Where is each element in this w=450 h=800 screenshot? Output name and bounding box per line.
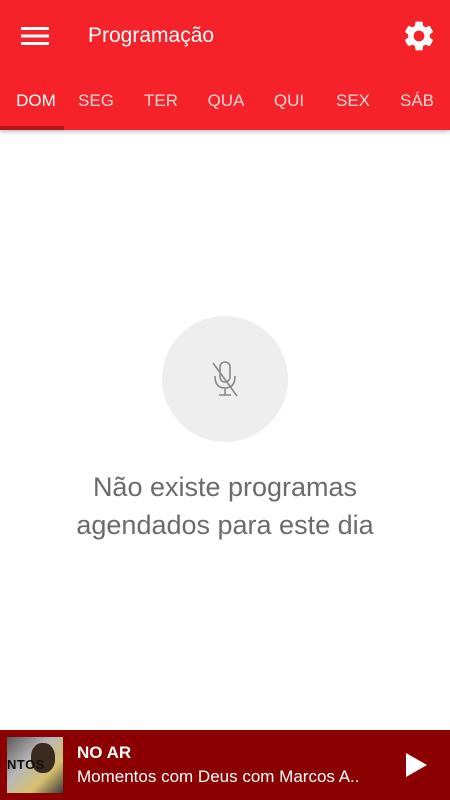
empty-state-circle bbox=[162, 316, 288, 442]
day-tabs: DOM SEG TER QUA QUI SEX SÁB bbox=[0, 72, 450, 130]
settings-button[interactable] bbox=[396, 12, 442, 60]
page-title: Programação bbox=[88, 24, 215, 47]
program-thumbnail: NTOS bbox=[7, 737, 63, 793]
gear-icon bbox=[404, 21, 434, 51]
menu-button[interactable] bbox=[10, 12, 60, 60]
tab-qui[interactable]: QUI bbox=[257, 72, 321, 130]
empty-state-message: Não existe programas agendados para este… bbox=[25, 468, 425, 544]
app-bar: Programação DOM SEG TER QUA QUI SEX SÁB bbox=[0, 0, 450, 130]
tab-seg[interactable]: SEG bbox=[64, 72, 128, 130]
active-tab-indicator bbox=[0, 126, 64, 130]
play-button[interactable] bbox=[396, 745, 436, 785]
tab-sab[interactable]: SÁB bbox=[385, 72, 449, 130]
current-program-title: Momentos com Deus com Marcos A.. bbox=[77, 767, 360, 786]
empty-state-line-1: Não existe programas bbox=[92, 472, 358, 502]
tab-sex[interactable]: SEX bbox=[321, 72, 385, 130]
hamburger-menu-icon bbox=[21, 27, 49, 45]
on-air-label: NO AR bbox=[77, 743, 132, 762]
tab-ter[interactable]: TER bbox=[129, 72, 193, 130]
microphone-off-icon bbox=[212, 361, 238, 397]
play-icon bbox=[406, 753, 427, 777]
empty-state-line-2: agendados para este dia bbox=[76, 510, 374, 540]
now-playing-bar[interactable] bbox=[0, 730, 450, 800]
thumbnail-text: NTOS bbox=[7, 757, 45, 772]
toolbar: Programação bbox=[0, 0, 450, 72]
tab-qua[interactable]: QUA bbox=[194, 72, 258, 130]
tab-dom[interactable]: DOM bbox=[4, 72, 68, 130]
